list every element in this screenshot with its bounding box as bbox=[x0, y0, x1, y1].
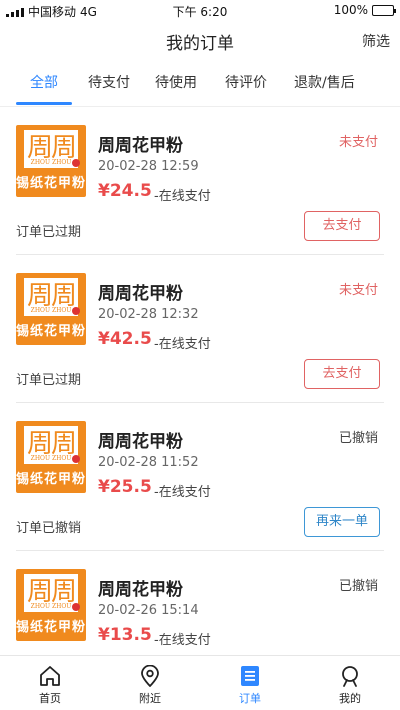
order-time: 20-02-26 15:14 bbox=[98, 603, 199, 618]
tabbar-home[interactable]: 首页 bbox=[0, 656, 100, 710]
shop-name: 周周花甲粉 bbox=[98, 136, 183, 156]
active-tab-indicator bbox=[16, 102, 72, 105]
order-status: 已撤销 bbox=[338, 431, 378, 446]
shop-name: 周周花甲粉 bbox=[98, 284, 183, 304]
tabbar-label: 订单 bbox=[239, 692, 261, 705]
order-card[interactable]: 周周 ZHOU ZHOU 锡纸花甲粉 周周花甲粉 20-02-28 12:59 ¥… bbox=[0, 107, 400, 255]
tabbar-orders[interactable]: 订单 bbox=[200, 656, 300, 710]
page-title: 我的订单 bbox=[166, 34, 234, 54]
shop-logo: 周周 ZHOU ZHOU 锡纸花甲粉 bbox=[16, 421, 86, 493]
tabbar-label: 我的 bbox=[339, 692, 361, 705]
payment-method: -在线支付 bbox=[154, 337, 211, 352]
logo-brand-text: 锡纸花甲粉 bbox=[16, 324, 87, 339]
logo-seal bbox=[72, 307, 80, 315]
logo-stamp: 周周 ZHOU ZHOU bbox=[24, 574, 78, 612]
order-time: 20-02-28 11:52 bbox=[98, 455, 199, 470]
home-icon bbox=[40, 666, 60, 686]
tabbar-nearby[interactable]: 附近 bbox=[100, 656, 200, 710]
pay-button[interactable]: 去支付 bbox=[304, 211, 380, 241]
battery-percent: 100% bbox=[333, 3, 368, 17]
pay-button[interactable]: 去支付 bbox=[304, 359, 380, 389]
shop-logo: 周周 ZHOU ZHOU 锡纸花甲粉 bbox=[16, 125, 86, 197]
tab-refund[interactable]: 退款/售后 bbox=[294, 72, 355, 92]
filter-button[interactable]: 筛选 bbox=[362, 31, 390, 51]
shop-logo: 周周 ZHOU ZHOU 锡纸花甲粉 bbox=[16, 273, 86, 345]
order-price: ¥24.5 bbox=[98, 181, 152, 201]
logo-stamp: 周周 ZHOU ZHOU bbox=[24, 130, 78, 168]
shop-name: 周周花甲粉 bbox=[98, 432, 183, 452]
order-time: 20-02-28 12:32 bbox=[98, 307, 199, 322]
tab-all[interactable]: 全部 bbox=[30, 72, 58, 92]
order-card[interactable]: 周周 ZHOU ZHOU 锡纸花甲粉 周周花甲粉 20-02-28 11:52 ¥… bbox=[0, 403, 400, 551]
shop-logo: 周周 ZHOU ZHOU 锡纸花甲粉 bbox=[16, 569, 86, 641]
order-price: ¥13.5 bbox=[98, 625, 152, 645]
tabbar-label: 首页 bbox=[39, 692, 61, 705]
status-bar: 中国移动 4G 下午 6:20 100% bbox=[0, 0, 400, 20]
logo-stamp: 周周 ZHOU ZHOU bbox=[24, 426, 78, 464]
location-pin-icon bbox=[141, 665, 159, 687]
order-time: 20-02-28 12:59 bbox=[98, 159, 199, 174]
order-price: ¥42.5 bbox=[98, 329, 152, 349]
payment-method: -在线支付 bbox=[154, 633, 211, 648]
reorder-button[interactable]: 再来一单 bbox=[304, 507, 380, 537]
order-note: 订单已过期 bbox=[16, 225, 82, 240]
order-list-icon bbox=[241, 666, 259, 686]
order-note: 订单已撤销 bbox=[16, 521, 82, 536]
logo-brand-text: 锡纸花甲粉 bbox=[16, 472, 87, 487]
bottom-tab-bar: 首页 附近 订单 我的 bbox=[0, 655, 400, 710]
order-note: 订单已过期 bbox=[16, 373, 82, 388]
order-status: 未支付 bbox=[338, 283, 378, 298]
payment-method: -在线支付 bbox=[154, 485, 211, 500]
logo-seal bbox=[72, 159, 80, 167]
order-tabs: 全部 待支付 待使用 待评价 退款/售后 bbox=[0, 62, 400, 106]
payment-method: -在线支付 bbox=[154, 189, 211, 204]
order-status: 已撤销 bbox=[338, 579, 378, 594]
order-card[interactable]: 周周 ZHOU ZHOU 锡纸花甲粉 周周花甲粉 20-02-28 12:32 ¥… bbox=[0, 255, 400, 403]
profile-icon bbox=[342, 666, 358, 687]
tab-pending-payment[interactable]: 待支付 bbox=[88, 72, 130, 92]
nav-bar: 我的订单 筛选 bbox=[0, 20, 400, 60]
shop-name: 周周花甲粉 bbox=[98, 580, 183, 600]
logo-brand-text: 锡纸花甲粉 bbox=[16, 176, 87, 191]
logo-brand-text: 锡纸花甲粉 bbox=[16, 620, 87, 635]
battery-icon bbox=[372, 4, 396, 16]
tabbar-profile[interactable]: 我的 bbox=[300, 656, 400, 710]
tab-to-review[interactable]: 待评价 bbox=[225, 72, 267, 92]
order-status: 未支付 bbox=[338, 135, 378, 150]
tabbar-label: 附近 bbox=[139, 692, 161, 705]
logo-stamp: 周周 ZHOU ZHOU bbox=[24, 278, 78, 316]
logo-seal bbox=[72, 603, 80, 611]
logo-seal bbox=[72, 455, 80, 463]
order-price: ¥25.5 bbox=[98, 477, 152, 497]
tab-to-use[interactable]: 待使用 bbox=[155, 72, 197, 92]
status-right: 100% bbox=[333, 3, 396, 17]
